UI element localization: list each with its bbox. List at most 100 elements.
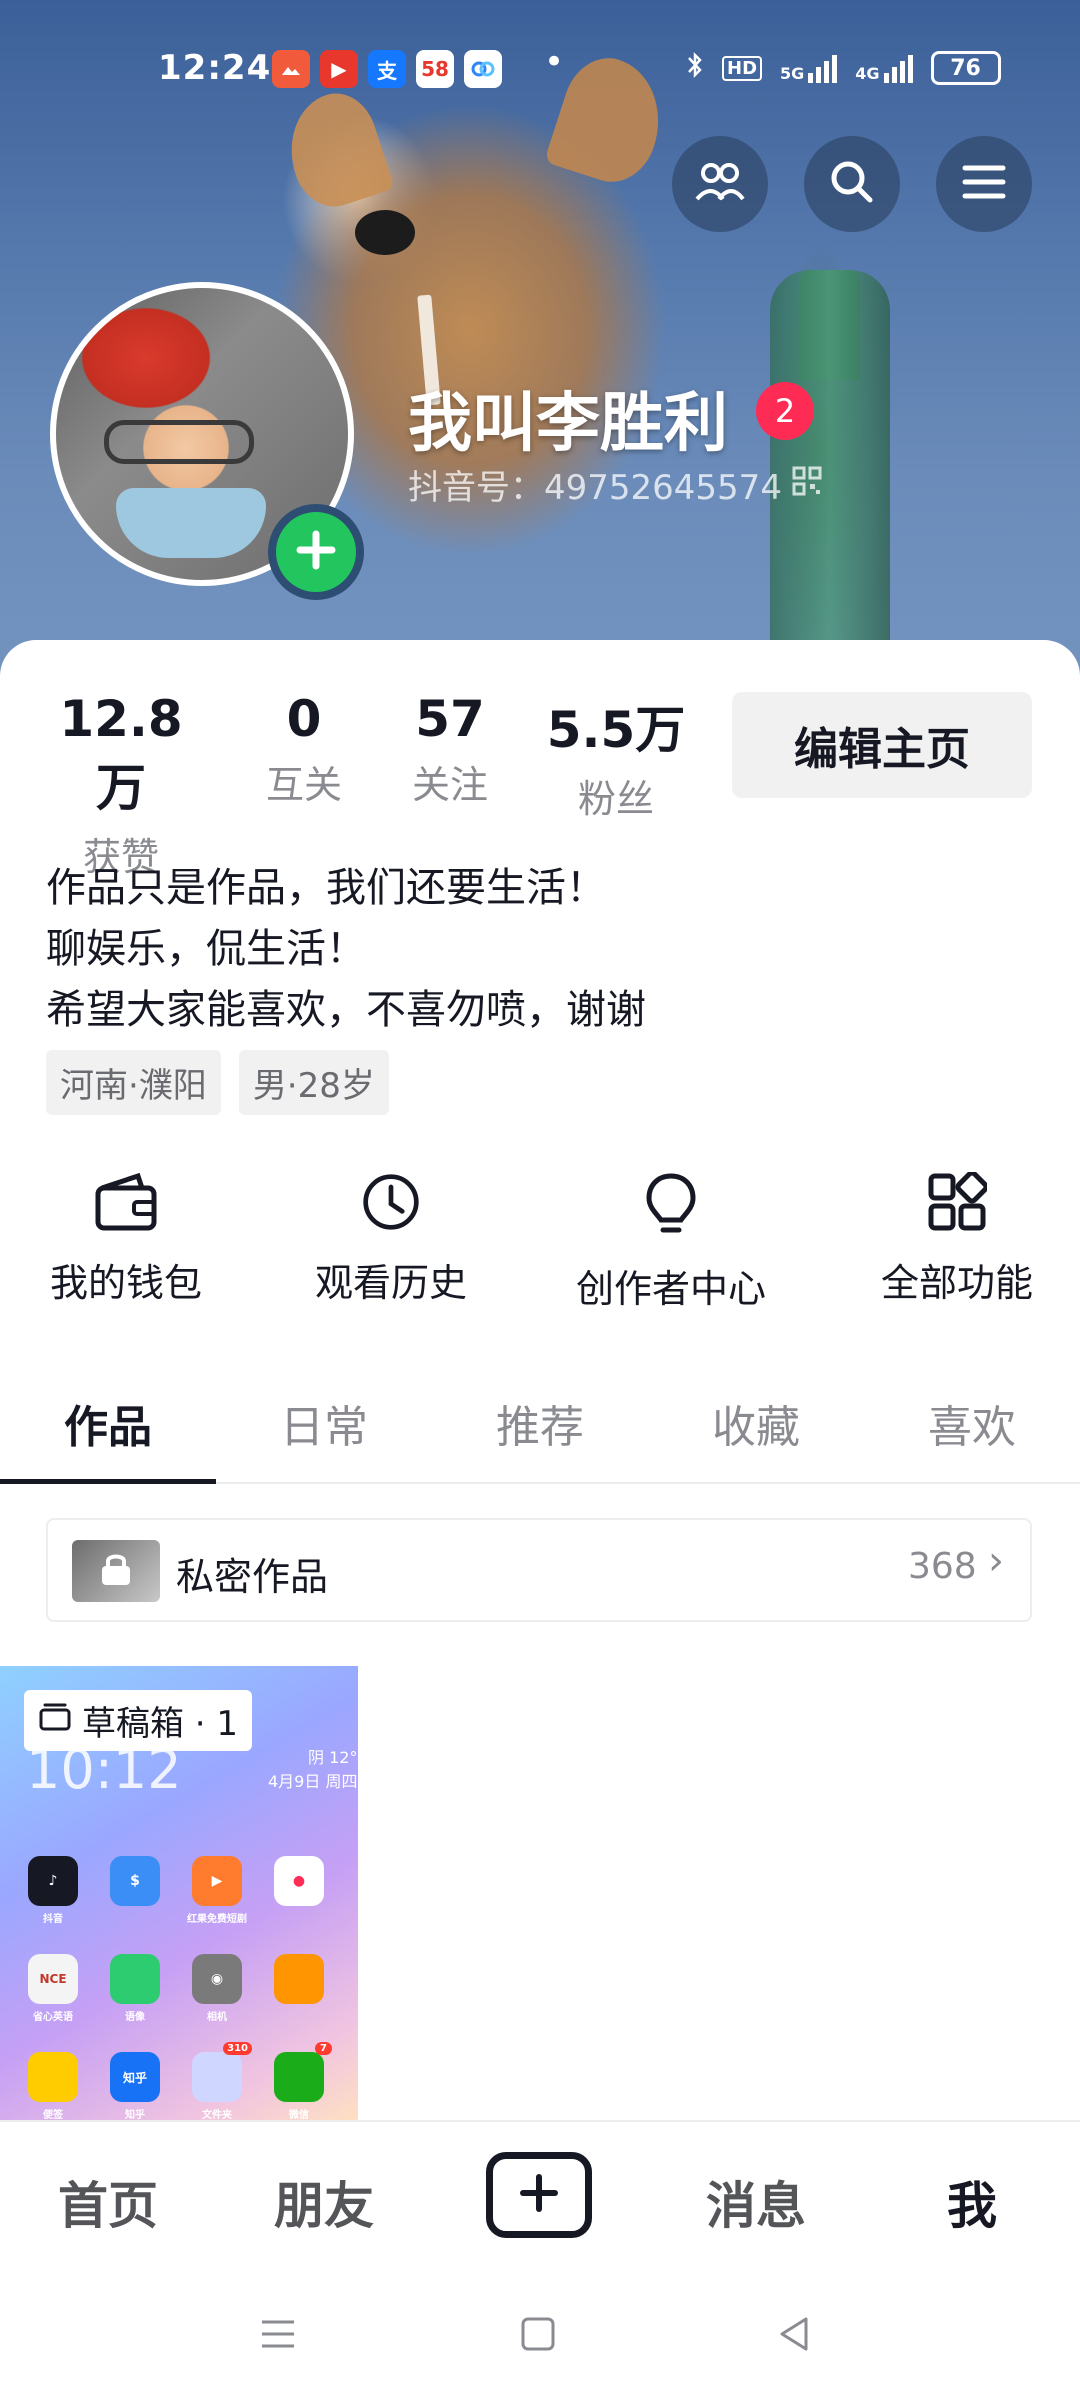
- friends-button[interactable]: [672, 136, 768, 232]
- drafts-box-icon: [38, 1701, 72, 1741]
- search-button[interactable]: [804, 136, 900, 232]
- function-label: 观看历史: [314, 1261, 467, 1305]
- draft-preview-app-icon: 文件夹 310: [192, 2042, 252, 2121]
- tab-daily[interactable]: 日常: [216, 1386, 432, 1482]
- plus-icon: [517, 2171, 561, 2219]
- tab-favorites[interactable]: 收藏: [648, 1386, 864, 1482]
- watch-history-button[interactable]: 观看历史: [306, 1172, 476, 1307]
- menu-button[interactable]: [936, 136, 1032, 232]
- stat-mutual[interactable]: 0 互关: [254, 690, 354, 809]
- video-app-icon: ▶: [320, 50, 358, 88]
- plus-icon: [292, 526, 340, 578]
- status-indicators: HD 5G 4G 76: [686, 50, 1001, 86]
- function-label: 我的钱包: [49, 1261, 202, 1305]
- creator-center-button[interactable]: 创作者中心: [566, 1172, 776, 1313]
- private-works-label: 私密作品: [176, 1555, 329, 1599]
- profile-tags: 河南·濮阳 男·28岁: [46, 1050, 389, 1115]
- edit-profile-button[interactable]: 编辑主页: [732, 692, 1032, 798]
- system-menu-button[interactable]: [248, 2310, 308, 2362]
- status-more-dot: •: [544, 42, 565, 82]
- nav-me[interactable]: 我: [864, 2166, 1080, 2238]
- function-label: 创作者中心: [575, 1267, 766, 1311]
- back-triangle-icon: [774, 2314, 814, 2358]
- private-works-row[interactable]: 私密作品 368 ›: [46, 1518, 1032, 1622]
- nav-home[interactable]: 首页: [0, 2166, 216, 2238]
- draft-preview-app-icon: ◉ 相机: [192, 1954, 242, 2023]
- bluetooth-icon: [686, 50, 704, 86]
- signal-4g-icon: 4G: [855, 53, 913, 83]
- cover-dog-nose: [355, 210, 415, 255]
- draft-preview-app-icon: 知乎 知乎: [110, 2052, 160, 2121]
- profile-screen: 12:24 ▶ 支 58 • HD 5G 4G 76 我叫李胜利 2 抖音号：4…: [0, 0, 1080, 2400]
- menu-icon: [961, 162, 1007, 206]
- bio-line: 作品只是作品，我们还要生活！: [46, 865, 606, 911]
- tab-works[interactable]: 作品: [0, 1386, 216, 1482]
- search-icon: [828, 158, 876, 210]
- system-navigation-bar: [0, 2270, 1080, 2400]
- drafts-label-text: 草稿箱 · 1: [82, 1704, 239, 1744]
- status-app-icons: ▶ 支 58: [272, 50, 502, 88]
- draft-preview-weather-text: 阴 12°: [308, 1748, 358, 1767]
- draft-preview-app-icon: $: [110, 1856, 160, 1906]
- douyin-id-text: 抖音号：49752645574: [408, 468, 782, 508]
- status-bar: 12:24 ▶ 支 58 • HD 5G 4G 76: [0, 40, 1080, 100]
- notification-badge[interactable]: 2: [756, 382, 814, 440]
- stat-value: 5.5万: [546, 701, 686, 759]
- create-post-button[interactable]: [486, 2152, 592, 2238]
- add-avatar-button[interactable]: [268, 504, 364, 600]
- function-label: 全部功能: [880, 1261, 1033, 1305]
- stat-label: 粉丝: [577, 777, 654, 821]
- location-tag[interactable]: 河南·濮阳: [46, 1050, 221, 1115]
- content-tabs: 作品 日常 推荐 收藏 喜欢: [0, 1386, 1080, 1484]
- alipay-app-icon: 支: [368, 50, 406, 88]
- private-works-thumbnail: [72, 1540, 160, 1602]
- wallet-icon: [94, 1172, 158, 1236]
- wallet-button[interactable]: 我的钱包: [46, 1172, 206, 1307]
- signal-5g-icon: 5G: [780, 53, 838, 83]
- tab-likes[interactable]: 喜欢: [864, 1386, 1080, 1482]
- nav-friends[interactable]: 朋友: [216, 2166, 432, 2238]
- drafts-label: 草稿箱 · 1: [24, 1690, 253, 1751]
- all-features-button[interactable]: 全部功能: [872, 1170, 1042, 1307]
- profile-content: 12.8万 获赞 0 互关 57 关注 5.5万 粉丝 编辑主页 作品只是作品，…: [0, 640, 1080, 2130]
- cover-dog-ear: [275, 83, 395, 217]
- bottom-navigation: 首页 朋友 消息 我: [0, 2120, 1080, 2272]
- bio-line: 聊娱乐，侃生活！: [46, 926, 366, 972]
- draft-preview-app-icon: NCE 省心英语: [28, 1954, 78, 2023]
- profile-name: 我叫李胜利: [408, 387, 728, 461]
- draft-preview-weather: 阴 12° 4月9日 周四: [268, 1744, 357, 1792]
- stat-likes[interactable]: 12.8万 获赞: [46, 690, 196, 881]
- status-time: 12:24: [158, 48, 272, 88]
- system-home-button[interactable]: [508, 2310, 568, 2362]
- stat-value: 12.8万: [59, 690, 183, 817]
- stat-label: 关注: [411, 763, 488, 807]
- draft-preview-app-grid: ♪ 抖音 $ ▶ 红果免费短剧 ● NCE 省心英语 语像 ◉ 相机 便签 知乎 知乎 文…: [28, 1856, 332, 2121]
- stat-following[interactable]: 57 关注: [400, 690, 500, 809]
- grid-icon: [927, 1170, 989, 1236]
- profile-bio: 作品只是作品，我们还要生活！ 聊娱乐，侃生活！ 希望大家能喜欢，不喜勿喷，谢谢: [46, 858, 646, 1041]
- stat-value: 57: [415, 690, 485, 748]
- private-works-count: 368: [908, 1546, 977, 1587]
- baidu-netdisk-app-icon: [464, 50, 502, 88]
- lightbulb-icon: [643, 1172, 699, 1242]
- qr-code-icon: [792, 465, 822, 505]
- stat-label: 互关: [265, 763, 342, 807]
- draft-preview-app-icon: 便签: [28, 2052, 78, 2121]
- lock-icon: [99, 1551, 133, 1591]
- users-icon: [693, 159, 747, 209]
- douyin-id[interactable]: 抖音号：49752645574: [408, 460, 822, 509]
- hd-icon: HD: [722, 55, 763, 81]
- photos-app-icon: [272, 50, 310, 88]
- drafts-tile[interactable]: 10:12 阴 12° 4月9日 周四 ♪ 抖音 $ ▶ 红果免费短剧 ● NCE 省…: [0, 1666, 358, 2126]
- tab-recommended[interactable]: 推荐: [432, 1386, 648, 1482]
- stat-followers[interactable]: 5.5万 粉丝: [546, 690, 686, 823]
- system-back-button[interactable]: [764, 2310, 824, 2362]
- chevron-right-icon: ›: [988, 1538, 1004, 1584]
- draft-preview-date: 4月9日 周四: [268, 1772, 358, 1791]
- avatar-mask: [116, 488, 266, 558]
- draft-preview-app-icon: 语像: [110, 1954, 160, 2023]
- nav-messages[interactable]: 消息: [648, 2166, 864, 2238]
- 58-app-icon: 58: [416, 50, 454, 88]
- menu-icon: [258, 2316, 298, 2356]
- gender-age-tag[interactable]: 男·28岁: [238, 1050, 389, 1115]
